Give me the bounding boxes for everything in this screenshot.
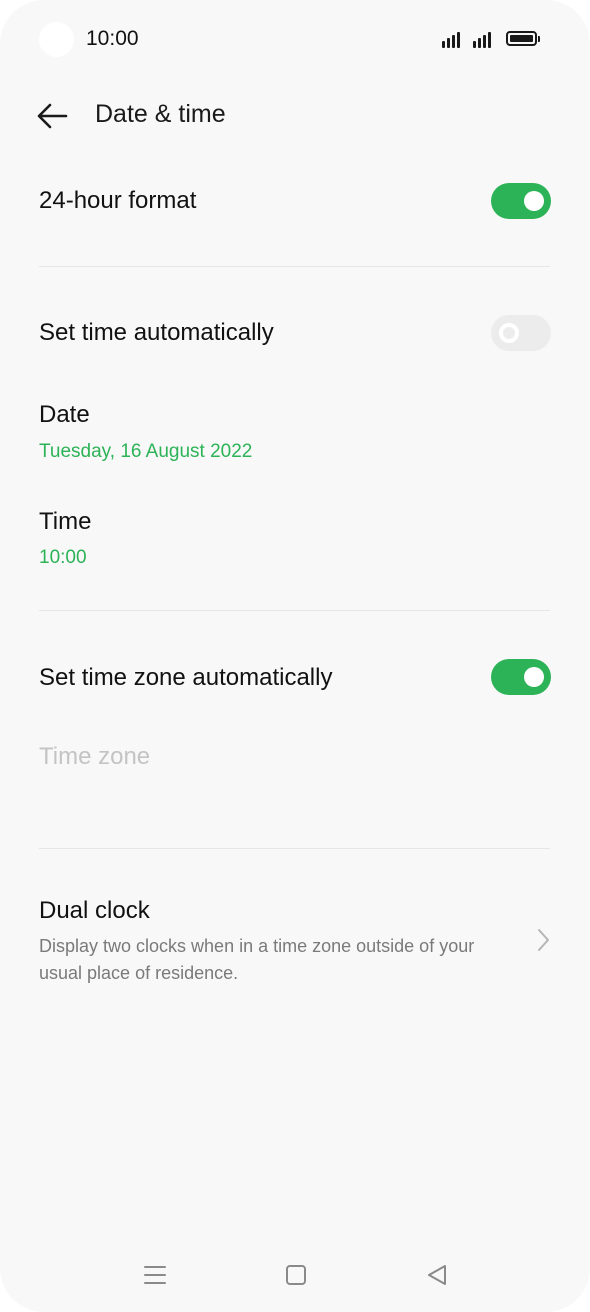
arrow-left-icon — [37, 103, 68, 129]
battery-icon — [506, 31, 540, 46]
signal-icon — [442, 30, 466, 48]
home-icon[interactable] — [281, 1260, 311, 1290]
phone-screen: 10:00 Date & time 24-hour format Set tim… — [0, 0, 590, 1312]
hour-format-row[interactable]: 24-hour format — [0, 160, 590, 246]
auto-timezone-row[interactable]: Set time zone automatically — [0, 634, 590, 720]
date-value: Tuesday, 16 August 2022 — [39, 441, 253, 462]
auto-time-toggle[interactable] — [491, 315, 551, 351]
menu-icon[interactable] — [140, 1260, 170, 1290]
date-row[interactable]: Date Tuesday, 16 August 2022 — [0, 385, 590, 480]
auto-timezone-toggle[interactable] — [491, 659, 551, 695]
auto-time-label: Set time automatically — [39, 319, 274, 346]
divider — [39, 266, 550, 267]
dual-clock-label: Dual clock — [39, 897, 150, 924]
hour-format-label: 24-hour format — [39, 187, 197, 214]
auto-timezone-label: Set time zone automatically — [39, 664, 333, 691]
date-label: Date — [39, 401, 90, 428]
time-value: 10:00 — [39, 547, 87, 568]
back-button[interactable] — [30, 96, 74, 136]
chevron-right-icon — [538, 929, 549, 951]
timezone-label: Time zone — [39, 743, 151, 770]
dual-clock-description: Display two clocks when in a time zone o… — [39, 936, 475, 983]
status-time: 10:00 — [86, 27, 139, 50]
signal-icon — [473, 30, 497, 48]
status-bar: 10:00 — [0, 0, 590, 80]
time-label: Time — [39, 508, 92, 535]
timezone-row: Time zone — [0, 725, 590, 795]
time-row[interactable]: Time 10:00 — [0, 492, 590, 587]
auto-time-row[interactable]: Set time automatically — [0, 290, 590, 376]
camera-cutout — [39, 22, 74, 57]
divider — [39, 848, 550, 849]
divider — [39, 610, 550, 611]
hour-format-toggle[interactable] — [491, 183, 551, 219]
page-title: Date & time — [95, 100, 226, 128]
back-triangle-icon[interactable] — [423, 1260, 453, 1290]
